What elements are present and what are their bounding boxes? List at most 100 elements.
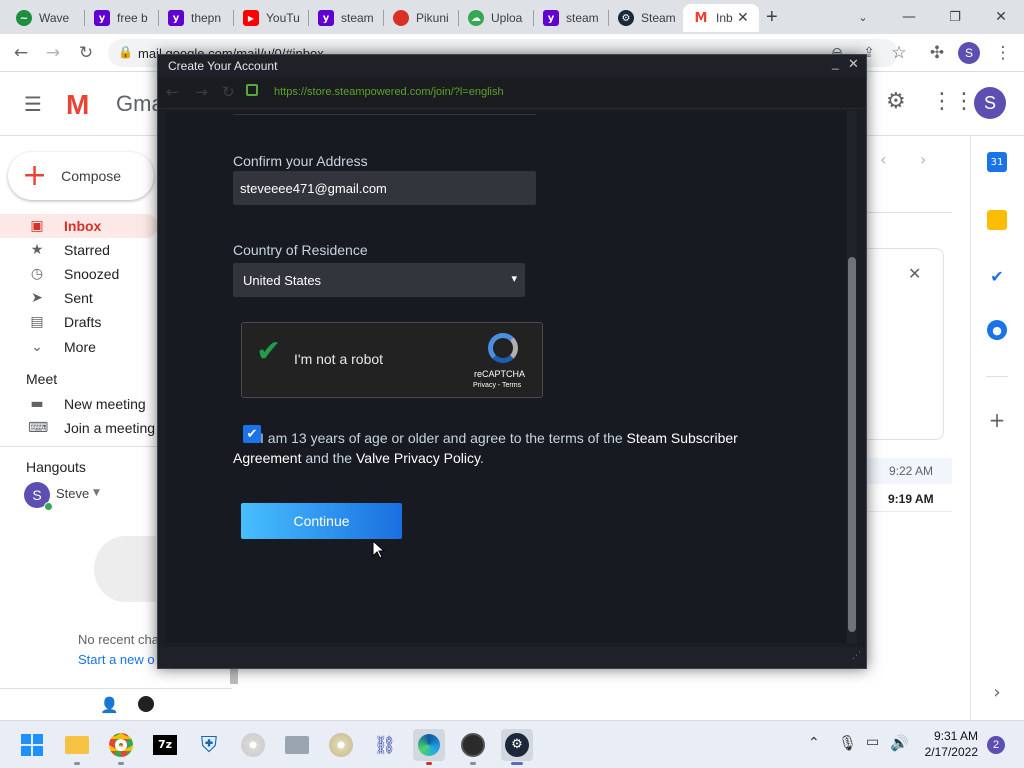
forward-icon[interactable]: → [40,40,66,66]
reload-icon[interactable]: ↻ [73,40,99,66]
recaptcha-privacy-terms[interactable]: Privacy - Terms [473,382,521,389]
7zip-icon[interactable]: 7z [149,729,181,761]
browser-tab[interactable]: y steam [308,4,382,32]
browser-tab[interactable]: y thepn [158,4,230,32]
hangouts-user-name[interactable]: Steve [56,486,89,501]
mouse-cursor-icon [372,540,386,559]
steam-scrollbar[interactable] [847,111,857,643]
clock-time[interactable]: 9:31 AM [922,729,978,743]
browser-tab-strip: ~ Wave y free b y thepn ▶ YouTu y steam … [0,0,1024,34]
nav-more[interactable]: ⌄ More [0,335,158,359]
folder-icon[interactable] [281,729,313,761]
volume-icon[interactable]: 🔊 [890,734,909,752]
keep-icon[interactable] [987,210,1007,230]
privacy-policy-link[interactable]: Valve Privacy Policy [356,450,480,466]
close-window-icon[interactable]: ✕ [978,4,1024,30]
browser-tab[interactable]: y steam [533,4,607,32]
security-shield-icon[interactable]: ⛨ [193,729,225,761]
bookmark-star-icon[interactable]: ☆ [886,40,912,66]
show-hidden-icons-icon[interactable]: ⌃ [808,735,820,751]
close-promo-icon[interactable]: ✕ [908,264,921,283]
video-icon: ▬ [30,396,44,412]
browser-tab-active[interactable]: M Inb ✕ [683,4,759,32]
new-tab-button[interactable]: + [766,6,778,29]
network-app-icon[interactable]: ⛓ [369,729,401,761]
yahoo-favicon-icon: y [168,10,184,26]
contacts-icon[interactable]: ● [987,320,1007,340]
nav-sent[interactable]: ➤ Sent [0,286,158,310]
steam-minimize-icon[interactable]: _ [832,56,839,70]
meet-heading: Meet [26,371,58,387]
running-indicator [426,762,432,765]
clock-date[interactable]: 2/17/2022 [912,745,978,759]
disc-icon[interactable] [237,729,269,761]
obs-icon[interactable] [457,729,489,761]
disc-icon[interactable] [325,729,357,761]
new-meeting-item[interactable]: ▬ New meeting [0,392,158,416]
join-meeting-item[interactable]: ⌨ Join a meeting [0,416,158,440]
country-select[interactable]: United States ▾ [233,263,525,297]
back-icon[interactable]: ← [8,40,34,66]
nav-inbox[interactable]: ▣ Inbox [0,214,158,238]
compose-label: Compose [61,168,122,184]
confirm-address-input[interactable]: steveeee471@gmail.com [233,171,536,205]
scrollbar-thumb[interactable] [230,668,238,684]
notification-badge[interactable]: 2 [987,736,1005,754]
person-icon[interactable]: 👤 [100,696,119,714]
tab-label: Pikuni [416,11,449,25]
hangouts-icon[interactable] [138,696,154,712]
chrome-icon[interactable] [105,729,137,761]
tasks-icon[interactable]: ✔ [985,264,1009,288]
file-explorer-icon[interactable] [61,729,93,761]
continue-button[interactable]: Continue [241,503,402,539]
steam-scrollbar-thumb[interactable] [848,257,856,632]
browser-profile-avatar[interactable]: S [958,42,980,64]
older-page-icon[interactable]: › [920,150,926,169]
tab-search-icon[interactable]: ⌄ [840,4,886,30]
compose-button[interactable]: + Compose [8,152,154,200]
add-addon-icon[interactable]: + [985,408,1009,432]
status-dropdown-icon[interactable]: ▼ [93,488,100,498]
nav-snoozed[interactable]: ◷ Snoozed [0,262,158,286]
resize-grip-icon[interactable]: ⋰ [852,651,861,661]
settings-gear-icon[interactable]: ⚙ [886,89,906,114]
edge-icon[interactable] [413,729,445,761]
gmail-profile-avatar[interactable]: S [974,87,1006,119]
network-icon[interactable]: ▭ [866,734,879,750]
nav-label: Snoozed [64,266,120,282]
divider [0,446,158,447]
wave-favicon-icon: ~ [16,10,32,26]
restore-icon[interactable]: ❐ [932,4,978,30]
steam-forward-icon[interactable]: → [195,83,208,101]
start-new-chat-link[interactable]: Start a new o [78,652,155,667]
browser-tab[interactable]: ☁ Uploa [458,4,532,32]
calendar-icon[interactable]: 31 [987,152,1007,172]
minimize-icon[interactable]: — [886,4,932,30]
yahoo-favicon-icon: y [94,10,110,26]
steam-icon[interactable]: ⚙ [501,729,533,761]
star-icon: ★ [30,242,44,258]
gmail-logo-icon[interactable]: M [66,89,89,121]
checkmark-icon[interactable]: ✔ [256,337,281,367]
windows-start-icon[interactable] [16,729,48,761]
browser-menu-icon[interactable]: ⋮ [990,40,1016,66]
apps-grid-icon[interactable]: ⋮⋮ [931,89,975,114]
agreement-text-part: I am 13 years of age or older and agree … [260,430,627,446]
expand-panel-icon[interactable]: › [985,680,1009,704]
nav-drafts[interactable]: ▤ Drafts [0,310,158,334]
extensions-puzzle-icon[interactable]: ✣ [924,40,950,66]
steam-back-icon[interactable]: ← [166,83,179,101]
browser-tab[interactable]: y free b [84,4,156,32]
main-menu-icon[interactable]: ☰ [24,92,42,116]
browser-tab[interactable]: Pikuni [383,4,457,32]
running-indicator [470,762,476,765]
microphone-icon[interactable]: 🎙 [838,734,857,752]
steam-reload-icon[interactable]: ↻ [222,83,235,101]
newer-page-icon[interactable]: ‹ [880,150,886,169]
browser-tab[interactable]: ⚙ Steam [608,4,682,32]
close-tab-icon[interactable]: ✕ [737,10,749,26]
nav-starred[interactable]: ★ Starred [0,238,158,262]
browser-tab[interactable]: ~ Wave [6,4,78,32]
browser-tab[interactable]: ▶ YouTu [233,4,307,32]
steam-close-icon[interactable]: ✕ [848,57,859,72]
